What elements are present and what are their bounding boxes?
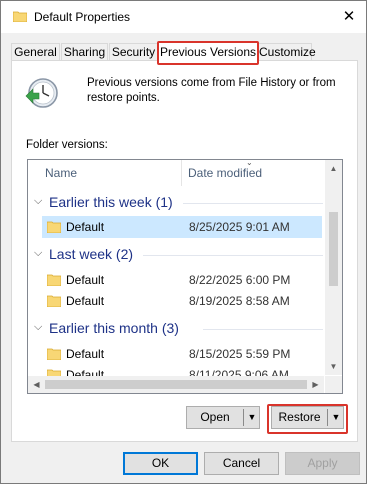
folder-icon bbox=[47, 274, 61, 286]
folder-icon bbox=[13, 11, 27, 22]
scroll-thumb[interactable] bbox=[45, 380, 307, 389]
title-bar: Default Properties ✕ bbox=[1, 1, 366, 33]
column-name[interactable]: Name bbox=[45, 160, 77, 186]
restore-button[interactable]: Restore ▼ bbox=[271, 406, 344, 429]
tab-sharing[interactable]: Sharing bbox=[61, 43, 108, 61]
open-dropdown-icon[interactable]: ▼ bbox=[245, 407, 259, 428]
list-item[interactable]: Default 8/19/2025 8:58 AM bbox=[42, 290, 322, 312]
scroll-right-icon[interactable]: ▶ bbox=[307, 376, 324, 393]
split-divider bbox=[243, 409, 244, 426]
restore-button-label[interactable]: Restore bbox=[272, 407, 327, 428]
tab-panel: Previous versions come from File History… bbox=[11, 60, 358, 442]
horizontal-scrollbar[interactable]: ◀ ▶ bbox=[28, 376, 324, 393]
tab-security[interactable]: Security bbox=[109, 43, 158, 61]
group-divider bbox=[143, 255, 323, 256]
tab-previous-versions[interactable]: Previous Versions bbox=[157, 41, 259, 65]
column-divider bbox=[181, 160, 182, 186]
restore-dropdown-icon[interactable]: ▼ bbox=[329, 407, 343, 428]
group-divider bbox=[183, 203, 323, 204]
scroll-down-icon[interactable]: ▼ bbox=[325, 358, 342, 375]
versions-list[interactable]: Name Date modified ⌄ ⌵ Earlier this week… bbox=[27, 159, 343, 394]
folder-versions-label: Folder versions: bbox=[26, 139, 108, 151]
cancel-button[interactable]: Cancel bbox=[204, 452, 279, 475]
description-text: Previous versions come from File History… bbox=[87, 77, 336, 104]
chevron-down-icon: ⌵ bbox=[34, 247, 43, 259]
open-button[interactable]: Open ▼ bbox=[186, 406, 260, 429]
list-item[interactable]: Default 8/22/2025 6:00 PM bbox=[42, 269, 322, 291]
sort-arrow-icon: ⌄ bbox=[246, 159, 253, 167]
ok-button[interactable]: OK bbox=[123, 452, 198, 475]
tab-bar: General Sharing Security Previous Versio… bbox=[1, 41, 366, 65]
properties-window: Default Properties ✕ General Sharing Sec… bbox=[0, 0, 367, 484]
scroll-thumb[interactable] bbox=[329, 212, 338, 286]
tab-customize[interactable]: Customize bbox=[258, 43, 316, 61]
apply-button[interactable]: Apply bbox=[285, 452, 360, 475]
vertical-scrollbar[interactable]: ▲ ▼ bbox=[325, 160, 342, 375]
tab-general[interactable]: General bbox=[11, 43, 60, 61]
split-divider bbox=[327, 409, 328, 426]
close-button[interactable]: ✕ bbox=[332, 1, 366, 33]
folder-icon bbox=[47, 295, 61, 307]
scroll-up-icon[interactable]: ▲ bbox=[325, 160, 342, 177]
chevron-down-icon: ⌵ bbox=[34, 195, 43, 207]
scroll-left-icon[interactable]: ◀ bbox=[28, 376, 45, 393]
folder-icon bbox=[47, 348, 61, 360]
list-item[interactable]: Default 8/25/2025 9:01 AM bbox=[42, 216, 322, 238]
group-divider bbox=[203, 329, 323, 330]
open-button-label[interactable]: Open bbox=[187, 407, 243, 428]
window-title: Default Properties bbox=[34, 10, 131, 24]
restore-clock-icon bbox=[25, 78, 58, 108]
scroll-corner bbox=[325, 376, 342, 393]
folder-icon bbox=[47, 221, 61, 233]
list-item[interactable]: Default 8/15/2025 5:59 PM bbox=[42, 343, 322, 365]
close-icon: ✕ bbox=[342, 8, 356, 25]
chevron-down-icon: ⌵ bbox=[34, 321, 43, 333]
